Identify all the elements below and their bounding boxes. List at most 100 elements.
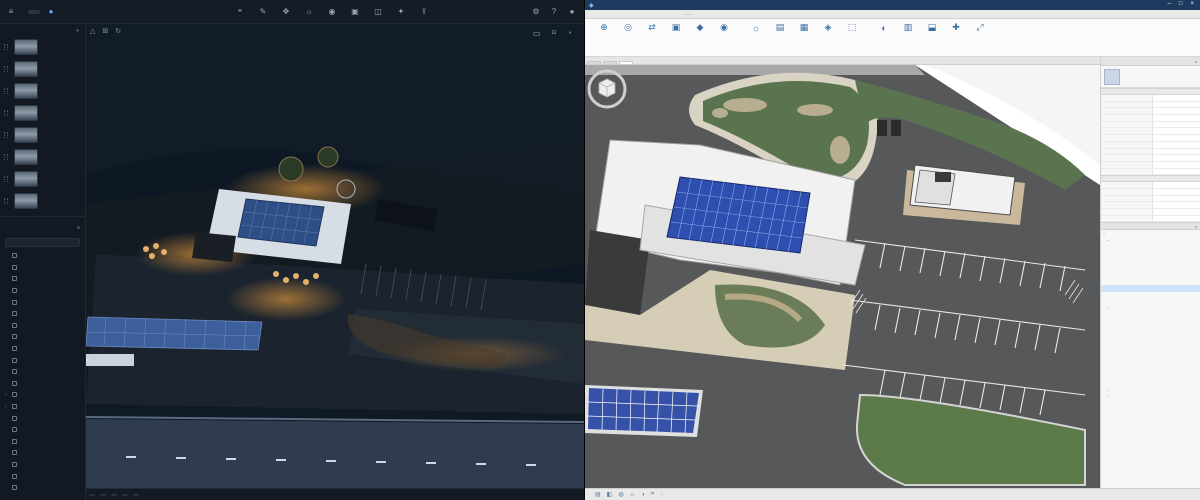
browser-tree-item[interactable] <box>1101 353 1200 360</box>
property-value-field[interactable] <box>1152 182 1200 188</box>
status-chip[interactable] <box>133 493 139 496</box>
grid-icon[interactable]: ⊞ <box>102 27 108 35</box>
status-chip[interactable] <box>111 493 117 496</box>
browser-tree-item[interactable]: − <box>1101 305 1200 312</box>
property-value-field[interactable] <box>1152 108 1200 115</box>
layer-item[interactable] <box>0 320 85 332</box>
browser-tree-item[interactable]: − <box>1101 237 1200 244</box>
maximize-icon[interactable]: □ <box>1179 1 1183 7</box>
hide-icon[interactable]: ◌ <box>660 492 664 498</box>
select-tool-icon[interactable]: ⌖ <box>235 6 245 16</box>
drag-handle-icon[interactable] <box>4 110 8 116</box>
browser-tree-item[interactable] <box>1101 244 1200 251</box>
browser-tree-item[interactable] <box>1101 380 1200 387</box>
ribbon-button[interactable]: ▤ <box>769 22 791 35</box>
ribbon-button[interactable]: ⇄ <box>641 22 663 35</box>
view-item[interactable] <box>0 146 85 168</box>
ribbon-button[interactable]: ◈ <box>817 22 839 35</box>
layer-item[interactable] <box>0 354 85 366</box>
type-selector[interactable] <box>1101 66 1200 88</box>
layer-item[interactable] <box>0 447 85 459</box>
help-icon[interactable]: ? <box>549 6 559 16</box>
browser-tree-item[interactable] <box>1101 414 1200 421</box>
sun-path-icon[interactable]: ☼ <box>630 492 636 498</box>
drag-handle-icon[interactable] <box>4 88 8 94</box>
property-value-field[interactable] <box>1152 202 1200 208</box>
browser-tree-item[interactable] <box>1101 284 1200 292</box>
properties-close-icon[interactable]: × <box>1195 59 1197 64</box>
property-value-field[interactable] <box>1152 209 1200 215</box>
layer-item[interactable] <box>0 285 85 297</box>
property-value-field[interactable] <box>1152 195 1200 202</box>
viewport-action-2[interactable]: ◐ <box>569 30 575 36</box>
drag-handle-icon[interactable] <box>4 176 8 182</box>
ribbon-button[interactable]: ⬚ <box>841 22 863 35</box>
browser-tree-item[interactable]: − <box>1101 394 1200 401</box>
browser-tree-item[interactable]: − <box>1101 230 1200 237</box>
chevron-right-icon[interactable]: › <box>5 392 9 398</box>
property-value-field[interactable] <box>1152 168 1200 175</box>
layer-item[interactable] <box>0 308 85 320</box>
browser-tree-item[interactable] <box>1101 373 1200 380</box>
layer-item[interactable]: › <box>0 401 85 413</box>
browser-tree-item[interactable] <box>1101 360 1200 367</box>
property-value-field[interactable] <box>1152 155 1200 161</box>
browser-tree-item[interactable] <box>1101 298 1200 305</box>
layer-item[interactable] <box>0 470 85 482</box>
menu-icon[interactable]: ≡ <box>6 7 16 17</box>
browser-tree-item[interactable] <box>1101 332 1200 339</box>
mode-toggle[interactable] <box>28 9 40 14</box>
ribbon-button[interactable]: ⤢ <box>969 22 991 35</box>
sidebar-menu-icon[interactable]: ≡ <box>77 225 80 231</box>
browser-tree-item[interactable] <box>1101 271 1200 278</box>
ribbon-button[interactable]: ⬓ <box>921 22 943 35</box>
property-value-field[interactable] <box>1152 95 1200 101</box>
layer-item[interactable] <box>0 273 85 285</box>
viewcube-navigator[interactable] <box>585 65 629 109</box>
ribbon-button[interactable]: ◉ <box>713 22 735 35</box>
ribbon-button[interactable]: ◆ <box>689 22 711 35</box>
browser-tree-item[interactable] <box>1101 251 1200 258</box>
layer-item[interactable] <box>0 366 85 378</box>
sun-tool-icon[interactable]: ☼ <box>304 6 314 16</box>
layer-item[interactable] <box>0 482 85 494</box>
view-item[interactable] <box>0 102 85 124</box>
browser-tree-item[interactable]: − <box>1101 387 1200 394</box>
chevron-right-icon[interactable]: › <box>5 404 9 410</box>
drag-handle-icon[interactable] <box>4 132 8 138</box>
viewport-action-1[interactable]: ⊡ <box>552 30 559 36</box>
crop-icon[interactable]: ⌗ <box>651 491 654 498</box>
layer-item[interactable] <box>0 436 85 448</box>
layer-item[interactable] <box>0 331 85 343</box>
render-viewport[interactable]: △ ⊞ ↻ ▭ ⊡ ◐ <box>86 24 585 500</box>
view-item[interactable] <box>0 168 85 190</box>
property-value-field[interactable] <box>1152 215 1200 222</box>
user-icon[interactable]: ● <box>567 6 577 16</box>
property-value-field[interactable] <box>1152 121 1200 128</box>
browser-tree-item[interactable] <box>1101 326 1200 333</box>
property-value-field[interactable] <box>1152 115 1200 121</box>
ribbon-button[interactable]: ✚ <box>945 22 967 35</box>
layer-item[interactable] <box>0 424 85 436</box>
browser-tree-item[interactable] <box>1101 319 1200 326</box>
layer-item[interactable]: › <box>0 389 85 401</box>
tree-toggle-icon[interactable]: − <box>1107 388 1112 393</box>
property-value-field[interactable] <box>1152 141 1200 148</box>
layer-search-input[interactable] <box>5 238 80 247</box>
property-value-field[interactable] <box>1152 188 1200 195</box>
detail-level-icon[interactable]: ◧ <box>607 491 613 498</box>
tree-toggle-icon[interactable]: − <box>1107 394 1112 399</box>
browser-tree-item[interactable] <box>1101 339 1200 346</box>
brush-tool-icon[interactable]: ✎ <box>258 6 268 16</box>
camera-tool-icon[interactable]: ◉ <box>327 6 337 16</box>
effects-tool-icon[interactable]: ✦ <box>396 6 406 16</box>
layer-item[interactable] <box>0 412 85 424</box>
drag-handle-icon[interactable] <box>4 154 8 160</box>
browser-tree-item[interactable] <box>1101 264 1200 271</box>
layer-item[interactable] <box>0 343 85 355</box>
drag-handle-icon[interactable] <box>4 66 8 72</box>
status-chip[interactable] <box>100 493 106 496</box>
view-item[interactable] <box>0 190 85 212</box>
video-tool-icon[interactable]: ▣ <box>350 6 360 16</box>
property-section-header[interactable] <box>1101 88 1200 95</box>
